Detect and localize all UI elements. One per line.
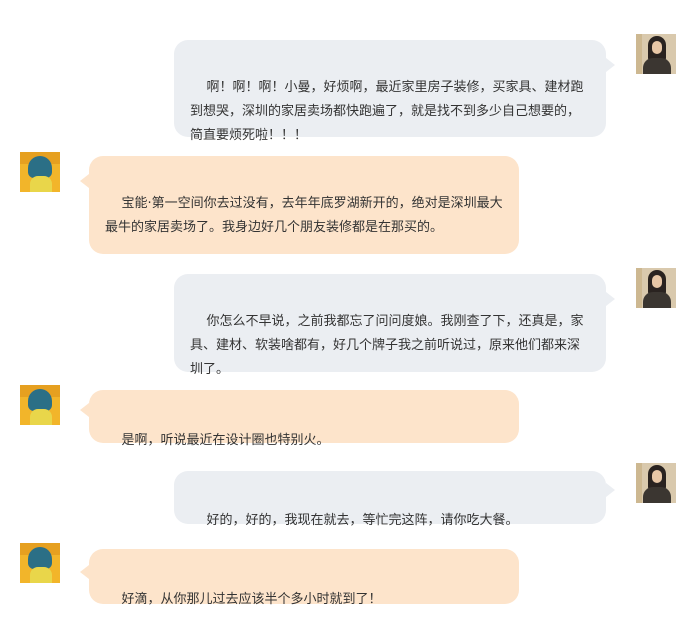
user-avatar[interactable]: [636, 34, 676, 74]
message-text: 你怎么不早说，之前我都忘了问问度娘。我刚查了下，还真是，家具、建材、软装啥都有，…: [190, 314, 584, 377]
message-bubble-incoming: 宝能·第一空间你去过没有，去年年底罗湖新开的，绝对是深圳最大最牛的家居卖场了。我…: [89, 156, 519, 254]
message-bubble-outgoing: 好的，好的，我现在就去，等忙完这阵，请你吃大餐。: [174, 471, 606, 528]
message-bubble-outgoing: 啊！啊！啊！小曼，好烦啊，最近家里房子装修，买家具、建材跑到想哭，深圳的家居卖场…: [174, 40, 606, 143]
message-bubble-incoming: 是啊，听说最近在设计圈也特别火。: [89, 390, 519, 448]
message-text: 好的，好的，我现在就去，等忙完这阵，请你吃大餐。: [206, 513, 519, 528]
message-text: 是啊，听说最近在设计圈也特别火。: [121, 433, 330, 448]
user-avatar[interactable]: [636, 463, 676, 503]
message-bubble-incoming: 好滴，从你那儿过去应该半个多小时就到了！: [89, 549, 519, 607]
bubble-tail: [606, 483, 615, 497]
friend-avatar[interactable]: [20, 543, 60, 583]
bubble-tail: [606, 58, 615, 72]
bubble-tail: [80, 174, 89, 188]
friend-avatar[interactable]: [20, 385, 60, 425]
message-text: 啊！啊！啊！小曼，好烦啊，最近家里房子装修，买家具、建材跑到想哭，深圳的家居卖场…: [190, 80, 584, 143]
bubble-tail: [80, 403, 89, 417]
bubble-tail: [606, 292, 615, 306]
message-bubble-outgoing: 你怎么不早说，之前我都忘了问问度娘。我刚查了下，还真是，家具、建材、软装啥都有，…: [174, 274, 606, 377]
message-text: 好滴，从你那儿过去应该半个多小时就到了！: [121, 592, 382, 607]
message-text: 宝能·第一空间你去过没有，去年年底罗湖新开的，绝对是深圳最大最牛的家居卖场了。我…: [105, 196, 503, 235]
user-avatar[interactable]: [636, 268, 676, 308]
bubble-tail: [80, 565, 89, 579]
friend-avatar[interactable]: [20, 152, 60, 192]
